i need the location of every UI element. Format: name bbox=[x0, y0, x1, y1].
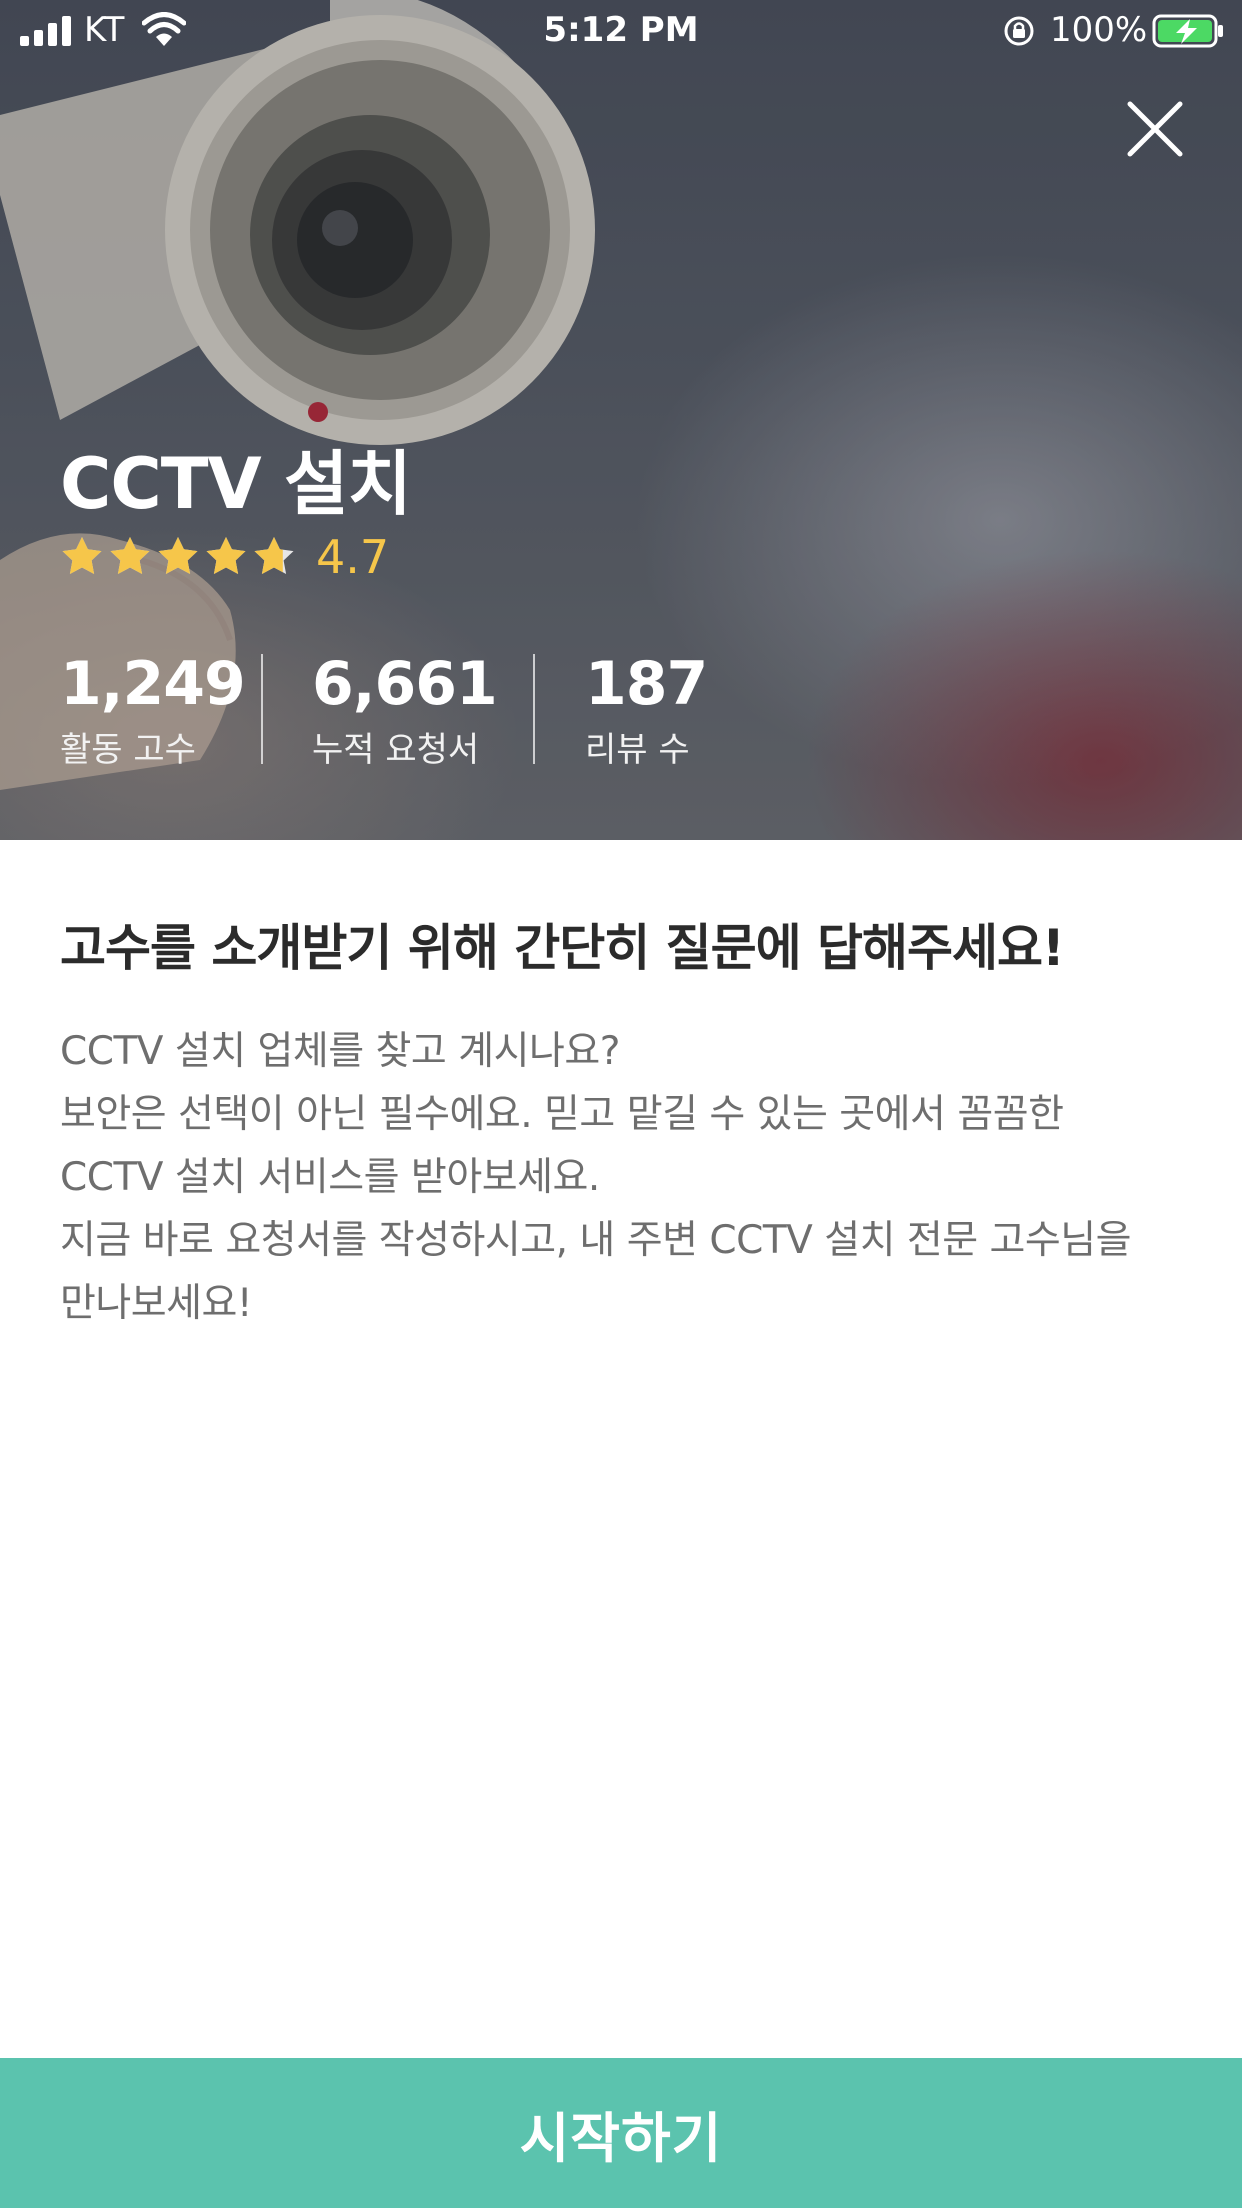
close-icon[interactable] bbox=[1122, 96, 1188, 162]
star-icon bbox=[110, 537, 150, 574]
stat-total-requests: 6,661 누적 요청서 bbox=[312, 648, 533, 774]
status-bar: KT 5:12 PM 100% bbox=[0, 0, 1242, 64]
start-button[interactable]: 시작하기 bbox=[0, 2058, 1242, 2208]
stat-value: 6,661 bbox=[312, 649, 498, 719]
description-line: 만나보세요! bbox=[60, 1281, 253, 1326]
stat-value: 1,249 bbox=[60, 649, 246, 719]
stat-label: 활동 고수 bbox=[60, 730, 196, 770]
stat-divider bbox=[533, 654, 535, 764]
stat-divider bbox=[261, 654, 263, 764]
stat-value: 187 bbox=[585, 649, 708, 719]
star-icon bbox=[254, 537, 294, 574]
star-icon bbox=[62, 537, 102, 574]
description-line: 보안은 선택이 아닌 필수에요. 믿고 맡길 수 있는 곳에서 꼼꼼한 bbox=[60, 1092, 1064, 1137]
description-line: 지금 바로 요청서를 작성하시고, 내 주변 CCTV 설치 전문 고수님을 bbox=[60, 1218, 1132, 1263]
battery-percent: 100% bbox=[1050, 10, 1148, 50]
battery-charging-icon bbox=[1152, 14, 1223, 48]
stat-review-count: 187 리뷰 수 bbox=[585, 648, 785, 774]
hero-banner: KT 5:12 PM 100% CCTV 설치 4.7 1,249 활동 고수 … bbox=[0, 0, 1242, 840]
stat-active-pros: 1,249 활동 고수 bbox=[60, 648, 261, 774]
stat-label: 누적 요청서 bbox=[312, 730, 480, 770]
question-heading: 고수를 소개받기 위해 간단히 질문에 답해주세요! bbox=[60, 919, 1065, 977]
rating-stars bbox=[60, 535, 296, 579]
service-description: CCTV 설치 업체를 찾고 계시나요? 보안은 선택이 아닌 필수에요. 믿고… bbox=[60, 1020, 1190, 1335]
star-icon bbox=[206, 537, 246, 574]
description-line: CCTV 설치 서비스를 받아보세요. bbox=[60, 1155, 600, 1200]
rating-value: 4.7 bbox=[316, 530, 390, 584]
rotation-lock-icon bbox=[1004, 16, 1034, 46]
star-icon bbox=[158, 537, 198, 574]
stat-label: 리뷰 수 bbox=[585, 730, 690, 770]
service-title: CCTV 설치 bbox=[60, 443, 412, 525]
rating-row: 4.7 bbox=[60, 530, 390, 584]
description-line: CCTV 설치 업체를 찾고 계시나요? bbox=[60, 1029, 620, 1074]
stats-row: 1,249 활동 고수 6,661 누적 요청서 187 리뷰 수 bbox=[60, 648, 785, 774]
